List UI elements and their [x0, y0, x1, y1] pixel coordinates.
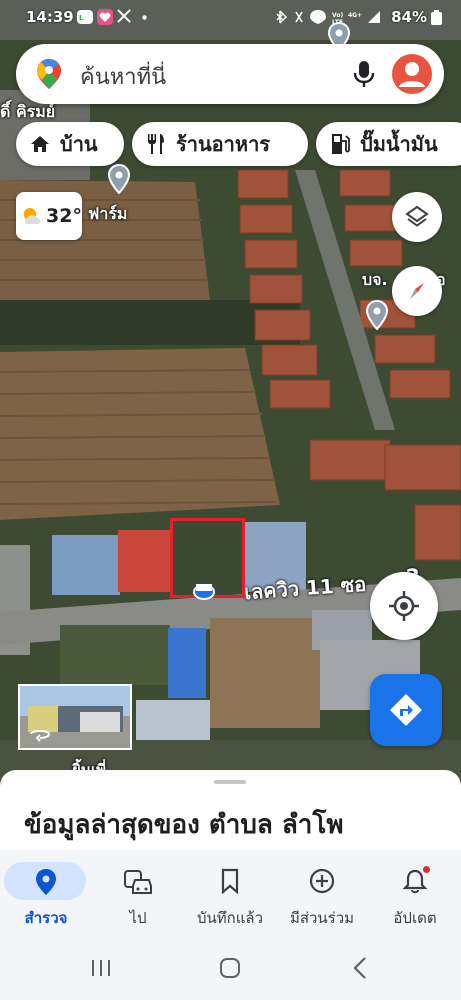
nav-tab-go[interactable]: ไป	[92, 850, 184, 940]
map-label-company: บจ.	[362, 270, 388, 289]
nav-label: บันทึกแล้ว	[196, 909, 264, 927]
my-location-button[interactable]	[370, 572, 438, 640]
chip-home[interactable]: บ้าน	[16, 122, 124, 166]
chip-gas-station[interactable]: ปั๊มน้ำมัน	[316, 122, 461, 166]
nav-label: มีส่วนร่วม	[289, 909, 355, 927]
recent-apps-icon[interactable]	[90, 958, 112, 978]
person-icon	[399, 62, 425, 87]
layers-button[interactable]	[392, 192, 442, 242]
nav-tab-contribute[interactable]: มีส่วนร่วม	[276, 850, 368, 940]
nav-label: สำรวจ	[24, 909, 68, 927]
google-maps-logo-icon	[37, 59, 61, 89]
heart-app-icon	[97, 9, 113, 25]
status-bar: 14:39 L Vo) LTE 4G+ 84%	[0, 0, 461, 36]
place-pin-icon[interactable]	[108, 164, 130, 194]
commute-icon	[124, 870, 152, 894]
battery-percent: 84%	[391, 8, 427, 26]
home-button-icon[interactable]	[218, 956, 242, 980]
back-icon[interactable]	[350, 956, 370, 980]
satellite-map[interactable]: ดิ์ คิรมย์ ฟาร์ม บจ. อ เลควิว 11 ซอ 2 ยิ…	[0, 0, 461, 790]
nav-label: ไป	[129, 909, 147, 927]
partly-sunny-icon	[23, 208, 41, 224]
street-view-thumbnail[interactable]	[18, 684, 132, 750]
nav-tab-explore[interactable]: สำรวจ	[0, 850, 92, 940]
bottom-sheet[interactable]: ข้อมูลล่าสุดของ ตำบล ลำโพ	[0, 770, 461, 860]
status-time: 14:39	[26, 8, 74, 26]
layers-icon	[405, 205, 429, 227]
chip-label: บ้าน	[60, 132, 98, 156]
svg-text:4G+: 4G+	[348, 12, 362, 19]
search-input[interactable]: ค้นหาที่นี่	[80, 59, 166, 94]
account-avatar[interactable]	[392, 54, 432, 94]
bookmark-icon	[221, 868, 239, 894]
bottom-navigation: สำรวจ ไป บันทึกแล้ว มีส่วนร่วม อัปเดต	[0, 850, 461, 940]
temperature-label: 32°	[46, 205, 82, 227]
satellite-imagery	[0, 0, 461, 790]
restaurant-icon	[148, 134, 164, 154]
chip-label: ร้านอาหาร	[176, 132, 271, 156]
svg-text:Vo): Vo)	[332, 12, 343, 19]
x-app-icon	[117, 9, 131, 23]
compass-icon	[410, 283, 424, 299]
nav-tab-saved[interactable]: บันทึกแล้ว	[184, 850, 276, 940]
svg-text:LTE: LTE	[332, 19, 343, 25]
explore-pin-icon	[36, 869, 56, 895]
contribute-icon	[309, 868, 335, 894]
place-pin-icon[interactable]	[366, 300, 388, 330]
compass-button[interactable]	[392, 266, 442, 316]
nav-label: อัปเดต	[393, 909, 437, 927]
sheet-title: ข้อมูลล่าสุดของ ตำบล ลำโพ	[24, 810, 344, 840]
svg-text:L: L	[79, 14, 84, 22]
directions-button[interactable]	[370, 674, 442, 746]
home-icon	[31, 136, 49, 152]
nav-tab-updates[interactable]: อัปเดต	[369, 850, 461, 940]
system-navigation-bar	[0, 940, 461, 1000]
battery-icon	[431, 10, 442, 25]
weather-chip[interactable]: 32°	[16, 192, 82, 240]
gas-station-icon	[332, 134, 350, 154]
crosshair-icon	[389, 591, 419, 621]
chip-restaurant[interactable]: ร้านอาหาร	[132, 122, 308, 166]
line-app-icon: L	[77, 10, 93, 24]
notification-dot-icon	[142, 15, 147, 20]
directions-icon	[390, 694, 422, 726]
location-marker-icon	[193, 584, 215, 600]
system-status-icons: Vo) LTE 4G+	[276, 10, 380, 25]
search-bar[interactable]: ค้นหาที่นี่	[16, 44, 444, 104]
360-view-icon	[30, 730, 51, 742]
sheet-drag-handle[interactable]	[214, 780, 246, 784]
chip-label: ปั๊มน้ำมัน	[360, 132, 438, 156]
map-label-farm: ฟาร์ม	[88, 204, 128, 223]
notification-badge	[423, 866, 430, 873]
microphone-icon[interactable]	[352, 60, 376, 88]
